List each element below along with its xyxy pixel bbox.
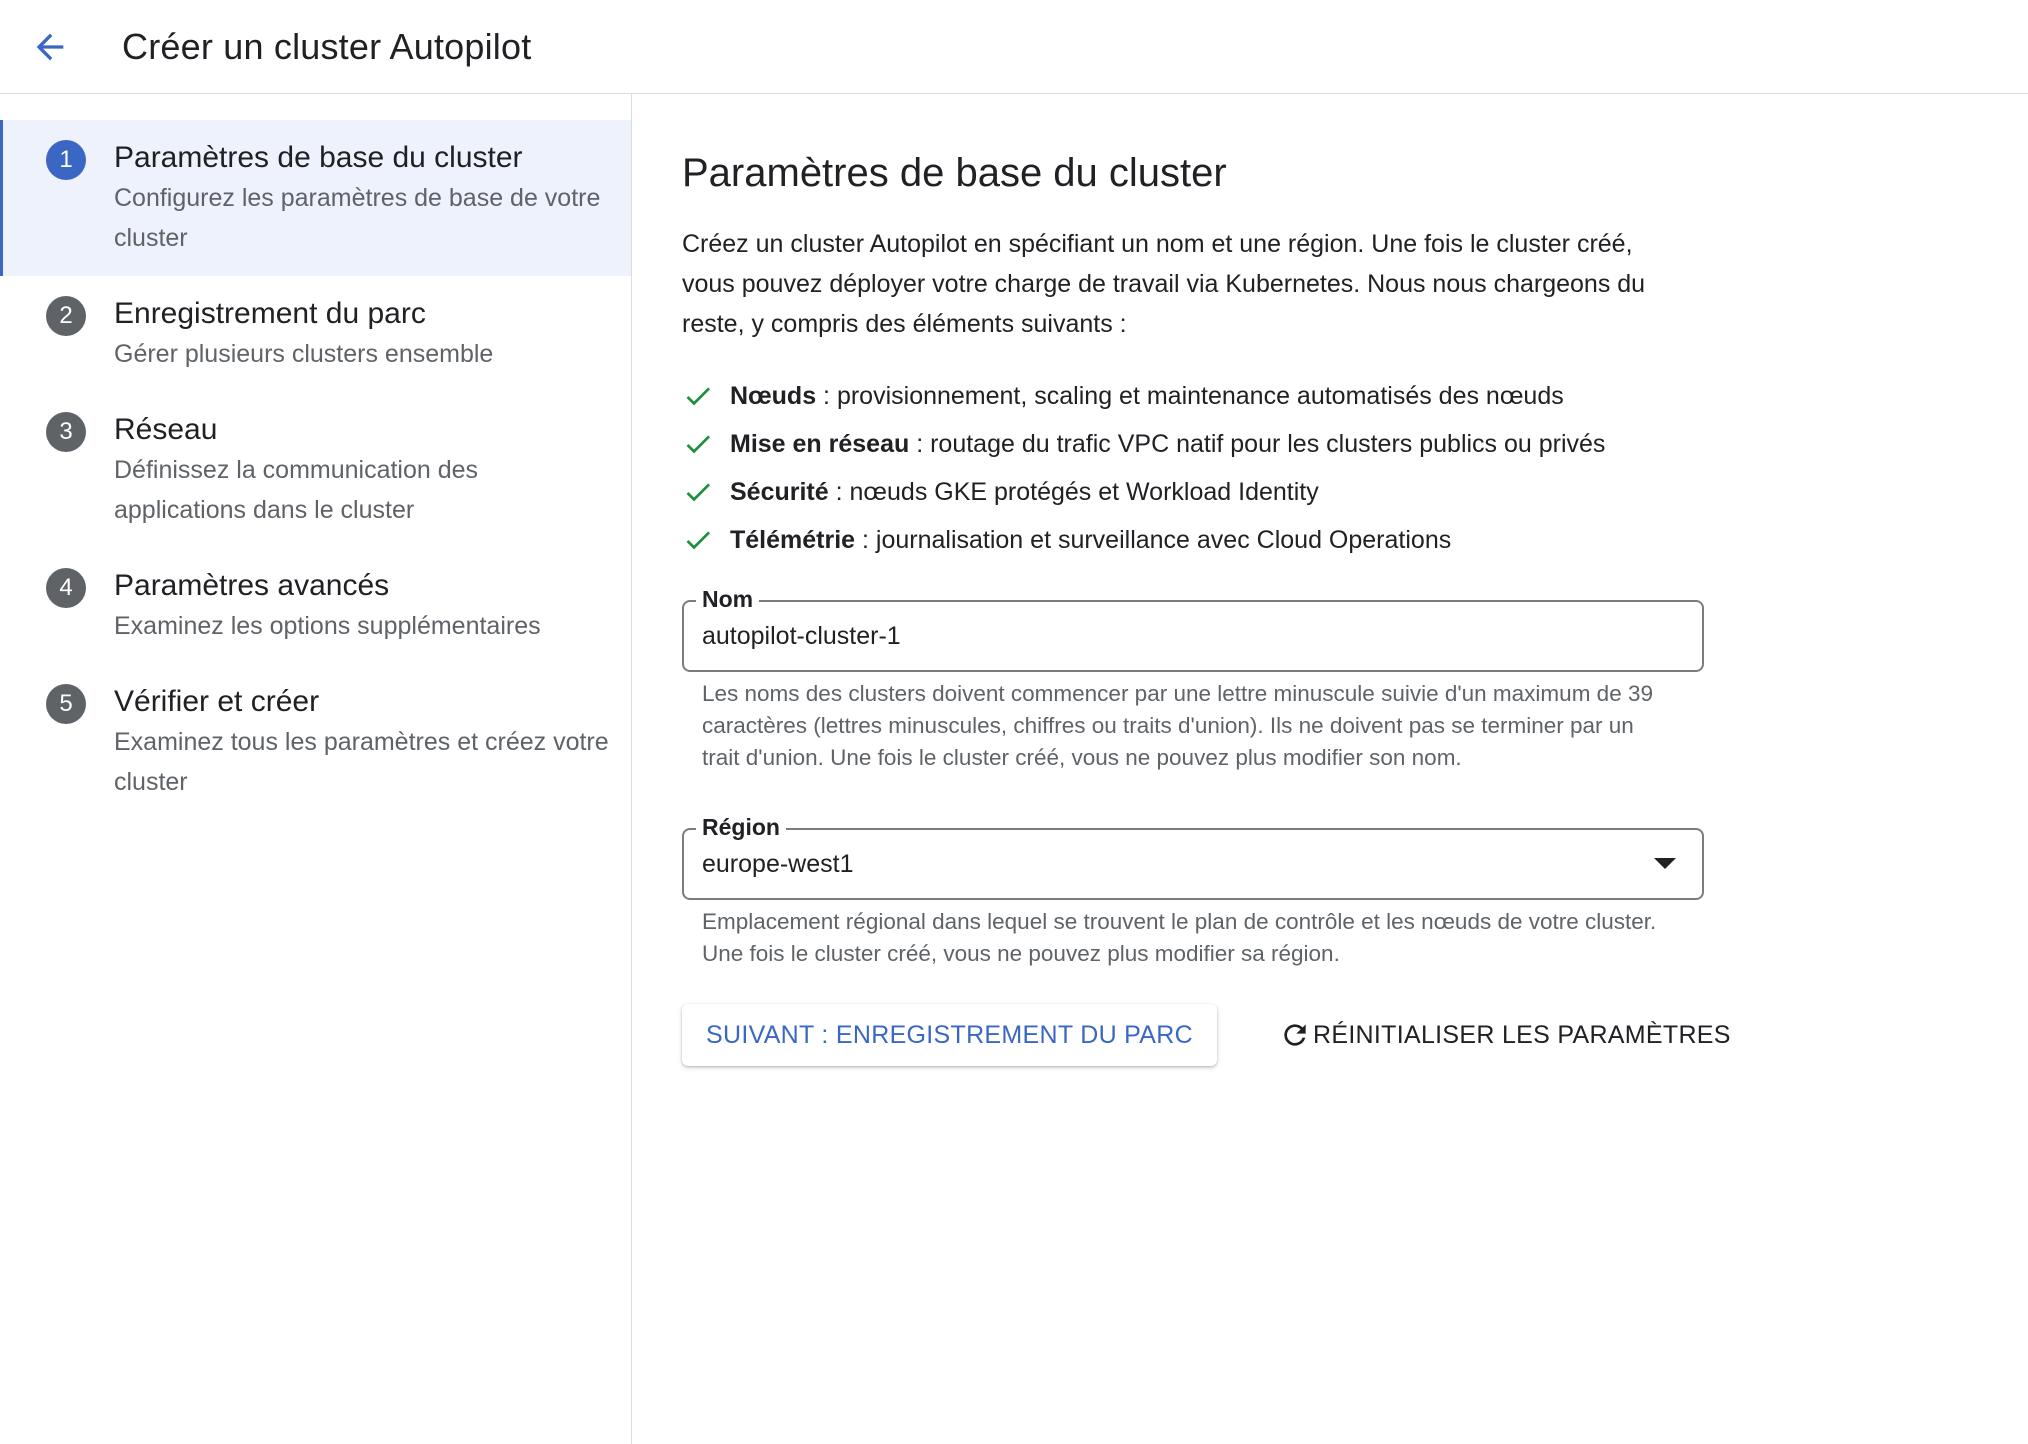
check-icon	[686, 531, 710, 550]
step-title: Réseau	[114, 413, 218, 446]
feature-item: Télémétrie : journalisation et surveilla…	[682, 516, 2028, 564]
step-number: 4	[46, 568, 86, 608]
step-advanced-settings[interactable]: 4 Paramètres avancés Examinez les option…	[0, 548, 631, 664]
feature-description: : nœuds GKE protégés et Workload Identit…	[828, 477, 1319, 506]
step-number: 1	[46, 140, 86, 180]
region-selected-value: europe-west1	[702, 850, 854, 878]
step-fleet-registration[interactable]: 2 Enregistrement du parc Gérer plusieurs…	[0, 276, 631, 392]
step-subtitle: Configurez les paramètres de base de vot…	[114, 184, 601, 252]
intro-text: Créez un cluster Autopilot en spécifiant…	[682, 230, 1646, 338]
step-number: 2	[46, 296, 86, 336]
step-title: Vérifier et créer	[114, 685, 320, 718]
step-title: Paramètres de base du cluster	[114, 141, 523, 174]
step-subtitle: Gérer plusieurs clusters ensemble	[114, 340, 494, 368]
section-heading: Paramètres de base du cluster	[682, 151, 1227, 195]
top-bar: Créer un cluster Autopilot	[0, 0, 2028, 94]
back-button[interactable]	[0, 0, 100, 94]
step-title: Enregistrement du parc	[114, 297, 426, 330]
step-number: 5	[46, 684, 86, 724]
step-networking[interactable]: 3 Réseau Définissez la communication des…	[0, 392, 631, 548]
name-field: Nom	[682, 583, 1704, 672]
reset-settings-button[interactable]: RÉINITIALISER LES PARAMÈTRES	[1279, 1019, 1731, 1051]
name-input[interactable]	[684, 602, 1642, 670]
dropdown-arrow-icon	[1654, 858, 1676, 869]
check-icon	[686, 387, 710, 406]
step-title: Paramètres avancés	[114, 569, 390, 602]
main-content: Paramètres de base du cluster Créez un c…	[632, 94, 2028, 1444]
check-icon	[686, 483, 710, 502]
step-subtitle: Examinez tous les paramètres et créez vo…	[114, 728, 609, 796]
region-select[interactable]: Région europe-west1	[682, 811, 1704, 900]
feature-name: Télémétrie	[730, 525, 856, 554]
step-cluster-basics[interactable]: 1 Paramètres de base du cluster Configur…	[0, 120, 631, 276]
check-icon	[686, 435, 710, 454]
feature-item: Nœuds : provisionnement, scaling et main…	[682, 372, 2028, 420]
feature-name: Nœuds	[730, 381, 817, 410]
feature-name: Sécurité	[730, 477, 829, 506]
refresh-icon	[1284, 1024, 1306, 1046]
name-helper-text: Les noms des clusters doivent commencer …	[702, 681, 1653, 770]
feature-list: Nœuds : provisionnement, scaling et main…	[682, 372, 2028, 564]
step-subtitle: Définissez la communication des applicat…	[114, 456, 479, 524]
region-helper-text: Emplacement régional dans lequel se trou…	[702, 909, 1657, 966]
feature-item: Sécurité : nœuds GKE protégés et Workloa…	[682, 468, 2028, 516]
step-number: 3	[46, 412, 86, 452]
reset-button-label: RÉINITIALISER LES PARAMÈTRES	[1312, 1020, 1731, 1049]
stepper-sidebar: 1 Paramètres de base du cluster Configur…	[0, 94, 632, 1444]
page-title: Créer un cluster Autopilot	[122, 25, 532, 67]
step-subtitle: Examinez les options supplémentaires	[114, 612, 541, 640]
feature-description: : routage du trafic VPC natif pour les c…	[909, 429, 1606, 458]
action-bar: SUIVANT : ENREGISTREMENT DU PARC RÉINITI…	[682, 1004, 2028, 1066]
feature-description: : provisionnement, scaling et maintenanc…	[816, 381, 1564, 410]
name-field-label: Nom	[696, 583, 760, 615]
step-review-create[interactable]: 5 Vérifier et créer Examinez tous les pa…	[0, 664, 631, 820]
feature-description: : journalisation et surveillance avec Cl…	[855, 525, 1452, 554]
feature-name: Mise en réseau	[730, 429, 910, 458]
next-fleet-registration-button[interactable]: SUIVANT : ENREGISTREMENT DU PARC	[682, 1004, 1217, 1066]
feature-item: Mise en réseau : routage du trafic VPC n…	[682, 420, 2028, 468]
arrow-back-icon	[36, 33, 64, 60]
